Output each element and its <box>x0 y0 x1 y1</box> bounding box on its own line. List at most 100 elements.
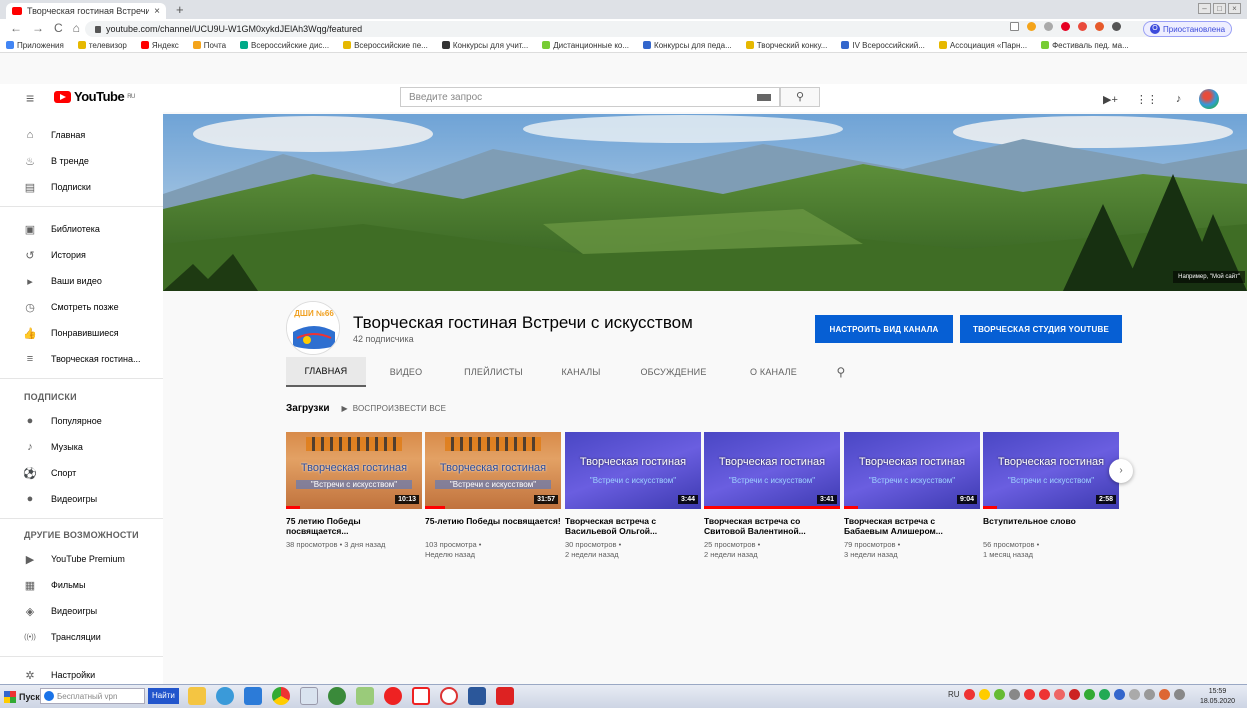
bookmark-item[interactable]: IV Всероссийский... <box>841 38 925 52</box>
video-card[interactable]: Творческая гостиная "Встречи с искусством… <box>565 432 701 560</box>
close-tab-icon[interactable]: × <box>154 6 160 17</box>
maximize-button[interactable]: □ <box>1213 3 1226 14</box>
tab-channels[interactable]: КАНАЛЫ <box>541 357 621 387</box>
word-icon[interactable] <box>468 687 486 705</box>
sidebar-item-music[interactable]: ♪ Музыка <box>0 434 163 460</box>
browser-tab[interactable]: Творческая гостиная Встречи с × <box>6 3 166 19</box>
play-all-button[interactable]: ▶ ВОСПРОИЗВЕСТИ ВСЕ <box>342 404 447 413</box>
video-card[interactable]: Творческая гостиная "Встречи с искусством… <box>844 432 980 560</box>
new-tab-button[interactable]: + <box>176 2 184 17</box>
channel-avatar[interactable]: ДШИ №66 <box>286 301 340 355</box>
sidebar-item-gaming-more[interactable]: ◈ Видеоигры <box>0 598 163 624</box>
start-button[interactable]: Пуск <box>4 688 40 706</box>
tray-icon[interactable] <box>1023 689 1035 700</box>
avatar[interactable] <box>1199 89 1220 109</box>
video-thumbnail[interactable]: Творческая гостиная "Встречи с искусством… <box>565 432 701 509</box>
yandex-icon[interactable] <box>412 687 430 705</box>
extension-icon[interactable] <box>1027 22 1036 31</box>
tray-icon[interactable] <box>1038 689 1050 700</box>
sidebar-item-watch-later[interactable]: ◷ Смотреть позже <box>0 294 163 320</box>
sidebar-item-liked[interactable]: 👍 Понравившиеся <box>0 320 163 346</box>
video-title[interactable]: Творческая встреча с Бабаевым Алишером..… <box>844 516 980 536</box>
sync-paused-button[interactable]: O Приостановлена <box>1143 21 1233 37</box>
search-input[interactable]: Введите запрос <box>400 87 780 107</box>
back-button[interactable]: ← <box>10 21 22 35</box>
sidebar-item-trending[interactable]: ♨ В тренде <box>0 148 163 174</box>
video-thumbnail[interactable]: Творческая гостиная "Встречи с искусством… <box>983 432 1119 509</box>
video-card[interactable]: Творческая гостиная "Встречи с искусством… <box>425 432 561 560</box>
extension-icon[interactable] <box>1095 22 1104 31</box>
tray-icon[interactable] <box>1098 689 1110 700</box>
clock[interactable]: 15:59 18.05.2020 <box>1200 687 1235 707</box>
sidebar-item-subscriptions[interactable]: ▤ Подписки <box>0 174 163 200</box>
uploads-title[interactable]: Загрузки <box>286 403 330 414</box>
bookmark-item[interactable]: Всероссийские пе... <box>343 38 428 52</box>
window-icon[interactable] <box>244 687 262 705</box>
paint-icon[interactable] <box>356 687 374 705</box>
tray-icon[interactable] <box>1068 689 1080 700</box>
video-thumbnail[interactable]: Творческая гостиная "Встречи с искусством… <box>425 432 561 509</box>
bookmark-item[interactable]: Фестиваль пед. ма... <box>1041 38 1129 52</box>
video-thumbnail[interactable]: Творческая гостиная "Встречи с искусством… <box>704 432 840 509</box>
close-window-button[interactable]: × <box>1228 3 1241 14</box>
tray-icon[interactable] <box>1158 689 1170 700</box>
sidebar-item-movies[interactable]: ▦ Фильмы <box>0 572 163 598</box>
language-indicator[interactable]: RU <box>948 690 960 699</box>
video-title[interactable]: Творческая встреча с Васильевой Ольгой..… <box>565 516 701 536</box>
bookmark-item[interactable]: Яндекс <box>141 38 179 52</box>
sidebar-item-your-videos[interactable]: ▸ Ваши видео <box>0 268 163 294</box>
sidebar-item-premium[interactable]: ▶ YouTube Premium <box>0 546 163 572</box>
tray-icon[interactable] <box>1053 689 1065 700</box>
document-icon[interactable] <box>300 687 318 705</box>
video-title[interactable]: 75-летию Победы посвящается! <box>425 516 561 536</box>
sidebar-item-gaming[interactable]: ● Видеоигры <box>0 486 163 512</box>
sidebar-item-popular[interactable]: ● Популярное <box>0 408 163 434</box>
tray-icon[interactable] <box>993 689 1005 700</box>
customize-channel-button[interactable]: НАСТРОИТЬ ВИД КАНАЛА <box>815 315 953 343</box>
pinterest-icon[interactable] <box>1061 22 1070 31</box>
tab-videos[interactable]: ВИДЕО <box>366 357 446 387</box>
sidebar-item-live[interactable]: ((•)) Трансляции <box>0 624 163 650</box>
app-icon[interactable] <box>328 687 346 705</box>
reload-button[interactable]: C <box>54 21 63 35</box>
tray-icon[interactable] <box>1113 689 1125 700</box>
home-button[interactable]: ⌂ <box>73 21 80 35</box>
video-card[interactable]: Творческая гостиная "Встречи с искусством… <box>704 432 840 560</box>
extension-icon[interactable] <box>1078 22 1087 31</box>
tab-home[interactable]: ГЛАВНАЯ <box>286 357 366 387</box>
channel-search-icon[interactable]: ⚲ <box>821 357 861 387</box>
keyboard-icon[interactable] <box>757 94 771 101</box>
sidebar-item-playlist[interactable]: ≡ Творческая гостина... <box>0 346 163 372</box>
create-video-icon[interactable]: ▶+ <box>1103 93 1118 106</box>
find-button[interactable]: Найти <box>148 688 179 704</box>
bookmark-item[interactable]: Приложения <box>6 38 64 52</box>
video-title[interactable]: Творческая встреча со Свитовой Валентино… <box>704 516 840 536</box>
bookmark-item[interactable]: телевизор <box>78 38 127 52</box>
bookmark-item[interactable]: Конкурсы для учит... <box>442 38 528 52</box>
video-title[interactable]: Вступительное слово <box>983 516 1119 536</box>
forward-button[interactable]: → <box>32 21 44 35</box>
youtube-studio-button[interactable]: ТВОРЧЕСКАЯ СТУДИЯ YOUTUBE <box>960 315 1122 343</box>
bookmark-item[interactable]: Конкурсы для педа... <box>643 38 732 52</box>
chrome-icon[interactable] <box>272 687 290 705</box>
tray-icon[interactable] <box>978 689 990 700</box>
tab-about[interactable]: О КАНАЛЕ <box>726 357 821 387</box>
sidebar-item-home[interactable]: ⌂ Главная <box>0 122 163 148</box>
minimize-button[interactable]: – <box>1198 3 1211 14</box>
bookmark-item[interactable]: Ассоциация «Парн... <box>939 38 1027 52</box>
internet-explorer-icon[interactable] <box>216 687 234 705</box>
tray-icon[interactable] <box>963 689 975 700</box>
video-title[interactable]: 75 летию Победы посвящается... <box>286 516 422 536</box>
video-card[interactable]: Творческая гостиная "Встречи с искусством… <box>983 432 1119 560</box>
bookmark-item[interactable]: Почта <box>193 38 226 52</box>
bookmark-star-icon[interactable] <box>1010 22 1019 31</box>
opera-icon[interactable] <box>384 687 402 705</box>
video-thumbnail[interactable]: Творческая гостиная "Встречи с искусством… <box>286 432 422 509</box>
extension-icon[interactable] <box>1044 22 1053 31</box>
bookmark-item[interactable]: Творческий конку... <box>746 38 828 52</box>
sidebar-item-sport[interactable]: ⚽ Спорт <box>0 460 163 486</box>
bookmark-item[interactable]: Всероссийские дис... <box>240 38 329 52</box>
tray-icon[interactable] <box>1083 689 1095 700</box>
sidebar-item-library[interactable]: ▣ Библиотека <box>0 216 163 242</box>
banner-link-hint[interactable]: Например, "Мой сайт" <box>1173 271 1245 283</box>
